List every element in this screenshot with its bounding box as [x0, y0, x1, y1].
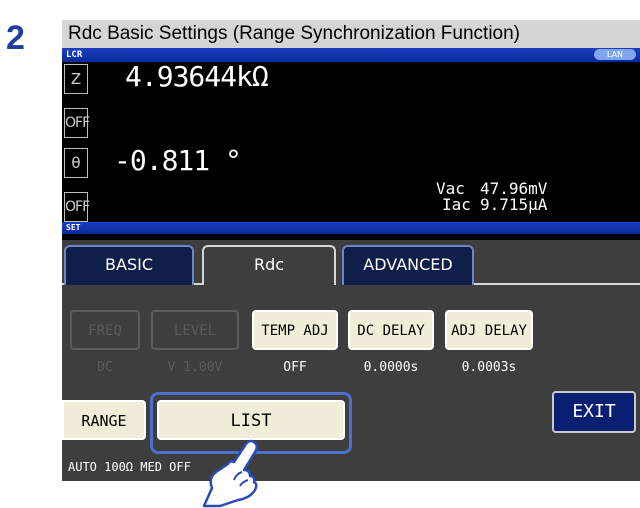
param3-button[interactable]: θ [64, 148, 88, 178]
level-value: V 1.00V [167, 360, 223, 375]
param2-button[interactable]: OFF [64, 108, 90, 138]
dc-delay-button[interactable]: DC DELAY [348, 310, 434, 350]
exit-button[interactable]: EXIT [552, 391, 636, 433]
freq-value: DC [97, 360, 113, 375]
tab-rdc[interactable]: Rdc [202, 245, 336, 285]
lan-badge: LAN [594, 49, 636, 60]
temp-adj-value: OFF [283, 360, 307, 375]
range-info: AUTO 100Ω MED OFF [68, 460, 191, 474]
adj-delay-value: 0.0003s [461, 360, 517, 375]
adj-delay-button[interactable]: ADJ DELAY [445, 310, 533, 350]
set-status-bar: SET [62, 222, 640, 234]
temp-adj-button[interactable]: TEMP ADJ [252, 310, 338, 350]
param4-button[interactable]: OFF [64, 192, 90, 222]
step-title: Rdc Basic Settings (Range Synchronizatio… [62, 20, 640, 48]
tab-baseline-right [474, 283, 640, 285]
range-button[interactable]: RANGE [62, 400, 146, 440]
param3-value: -0.811 ° [114, 144, 242, 177]
tab-basic[interactable]: BASIC [64, 245, 194, 285]
step-number: 2 [6, 19, 25, 57]
dc-delay-value: 0.0000s [363, 360, 419, 375]
set-mode-label: SET [66, 223, 81, 232]
pointing-hand-icon [202, 439, 259, 508]
level-button: LEVEL [151, 310, 239, 350]
measurement-display: Z 4.93644kΩ OFF θ -0.811 ° OFF Vac 47.96… [62, 60, 640, 240]
lcr-mode-label: LCR [66, 50, 83, 60]
iac-value: 9.715μA [480, 195, 548, 214]
tab-advanced[interactable]: ADVANCED [342, 245, 474, 285]
param1-value: 4.93644kΩ [125, 60, 269, 93]
iac-label: Iac [442, 195, 471, 214]
freq-button: FREQ [70, 310, 140, 350]
param1-button[interactable]: Z [64, 64, 88, 94]
